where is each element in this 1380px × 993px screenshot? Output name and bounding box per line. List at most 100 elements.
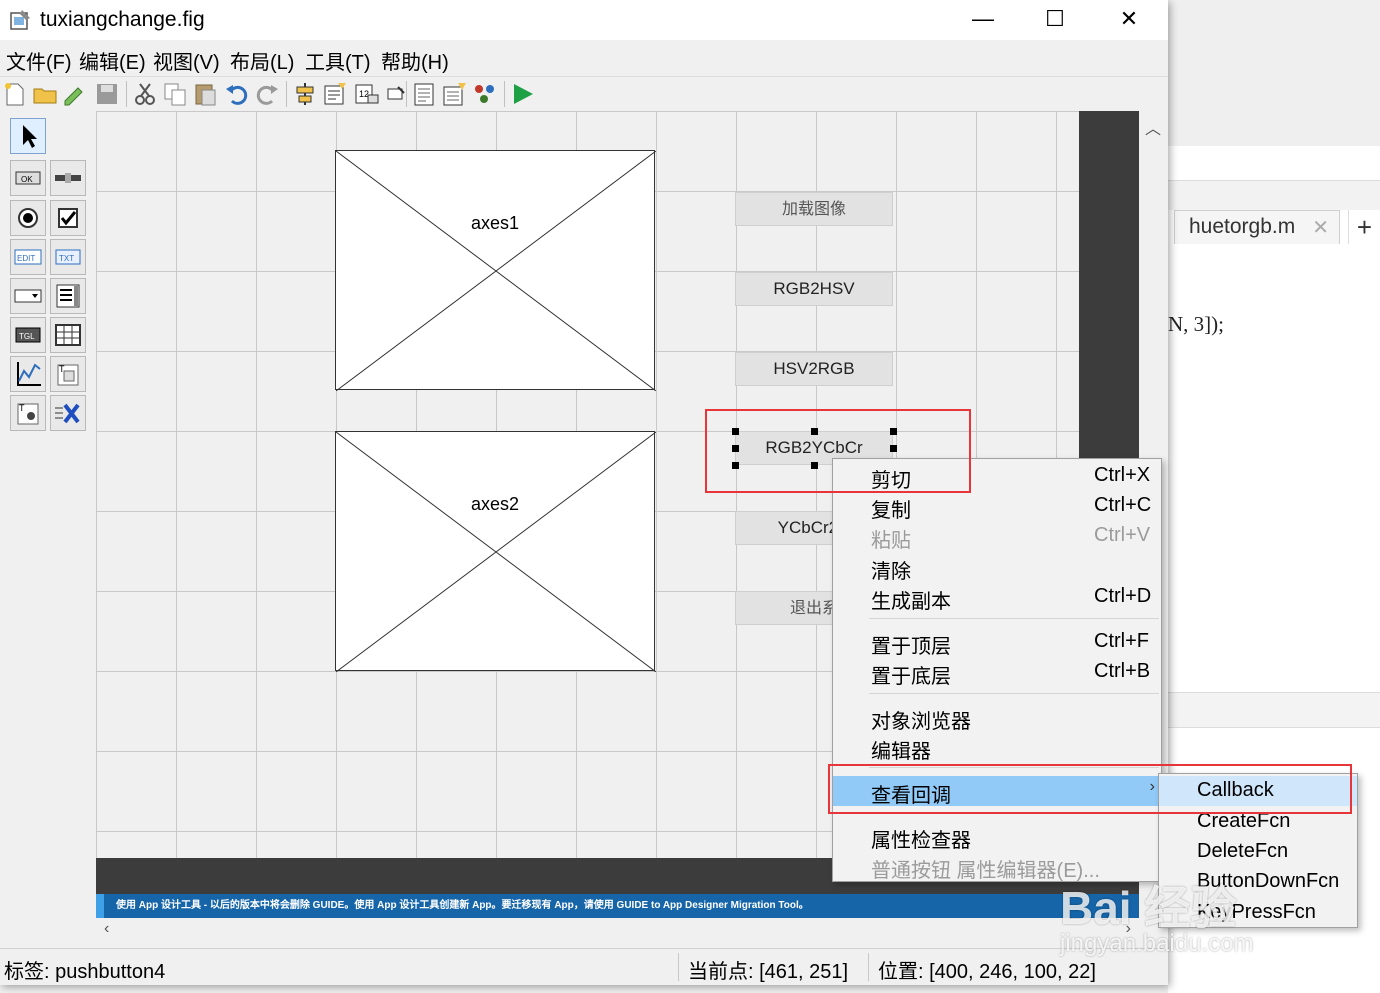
status-current-point: 当前点: [461, 251] — [688, 961, 849, 983]
select-tool[interactable] — [10, 118, 46, 154]
checkbox-tool[interactable] — [50, 200, 86, 236]
component-palette: OK EDIT TXT TGL T T — [8, 114, 88, 434]
menu-file[interactable]: 文件(F) — [6, 46, 72, 75]
menu-view[interactable]: 视图(V) — [153, 46, 220, 75]
scroll-right-icon[interactable]: › — [1126, 920, 1131, 938]
editor-tab-label: huetorgb.m — [1189, 215, 1296, 238]
panel-tool[interactable]: T — [50, 356, 86, 392]
radiobutton-tool[interactable] — [10, 200, 46, 236]
checkbox-icon — [58, 208, 78, 228]
pushbutton-tool[interactable]: OK — [10, 160, 46, 196]
activex-tool[interactable] — [50, 395, 86, 431]
slider-icon — [55, 173, 81, 183]
ctx-separator — [869, 693, 1159, 694]
minimize-button[interactable]: — — [948, 0, 1018, 40]
menu-editor-icon[interactable] — [322, 81, 348, 107]
editor-icon[interactable] — [412, 81, 438, 107]
align-objects-icon[interactable] — [292, 81, 318, 107]
panel-icon: T — [57, 364, 79, 386]
status-bar: 标签: pushbutton4 当前点: [461, 251] 位置: [400… — [0, 948, 1168, 985]
cut-icon[interactable] — [132, 81, 158, 107]
submenu-deletefcn[interactable]: DeleteFcn — [1159, 837, 1357, 867]
svg-text:TGL: TGL — [19, 332, 35, 341]
ctx-bring-to-front[interactable]: 置于顶层 Ctrl+F — [833, 627, 1161, 658]
editor-tab[interactable]: huetorgb.m ✕ — [1174, 210, 1340, 244]
button-group-icon: T — [17, 403, 39, 425]
svg-text:OK: OK — [21, 175, 33, 184]
context-menu: 剪切 Ctrl+X 复制 Ctrl+C 粘贴 Ctrl+V 清除 生成副本 Ct… — [832, 458, 1162, 882]
ctx-send-to-back[interactable]: 置于底层 Ctrl+B — [833, 657, 1161, 688]
open-folder-icon[interactable] — [32, 81, 58, 107]
menu-help[interactable]: 帮助(H) — [381, 46, 449, 75]
maximize-button[interactable]: ☐ — [1020, 0, 1090, 40]
toolbar-separator — [504, 81, 505, 107]
radio-button-icon — [18, 208, 38, 228]
svg-text:T: T — [19, 403, 25, 413]
axes-label: axes1 — [470, 213, 520, 233]
editor-band — [1168, 692, 1380, 728]
ctx-object-browser[interactable]: 对象浏览器 — [833, 702, 1161, 733]
popup-menu-tool[interactable] — [10, 278, 46, 314]
pushbutton-icon: OK — [15, 171, 41, 185]
ctx-clear[interactable]: 清除 — [833, 552, 1161, 583]
menu-layout[interactable]: 布局(L) — [230, 46, 294, 75]
activex-icon — [55, 403, 80, 424]
save-icon[interactable] — [94, 81, 120, 107]
close-icon[interactable]: ✕ — [1312, 215, 1329, 240]
copy-icon[interactable] — [162, 81, 188, 107]
status-tag: 标签: pushbutton4 — [4, 961, 166, 983]
submenu-buttondownfcn[interactable]: ButtonDownFcn — [1159, 867, 1357, 897]
ctx-property-inspector[interactable]: 属性检查器 — [833, 821, 1161, 852]
scroll-up-icon[interactable]: ︿ — [1145, 115, 1161, 139]
hsv2rgb-button[interactable]: HSV2RGB — [735, 352, 893, 386]
slider-tool[interactable] — [50, 160, 86, 196]
property-inspector-icon[interactable] — [442, 81, 468, 107]
table-icon — [55, 324, 81, 346]
close-window-button[interactable]: ✕ — [1094, 0, 1164, 40]
ctx-copy[interactable]: 复制 Ctrl+C — [833, 491, 1161, 522]
guide-deprecation-banner: 使用 App 设计工具 - 以后的版本中将会删除 GUIDE。使用 App 设计… — [96, 894, 1139, 918]
toolbar-separator — [286, 81, 287, 107]
axes-label: axes2 — [470, 494, 520, 514]
axes1-component[interactable]: axes1 — [335, 150, 656, 391]
horizontal-scrollbar[interactable]: ‹ › — [96, 920, 1139, 944]
axes-chart-icon — [17, 362, 41, 386]
edit-text-tool[interactable]: EDIT — [10, 239, 46, 275]
object-browser-icon[interactable] — [472, 81, 498, 107]
save-as-icon[interactable] — [62, 81, 88, 107]
undo-icon[interactable] — [224, 81, 250, 107]
editor-tab-strip — [1168, 180, 1380, 210]
add-tab-icon[interactable]: + — [1348, 210, 1380, 244]
toggle-button-tool[interactable]: TGL — [10, 317, 46, 353]
tab-order-editor-icon[interactable]: 12 — [354, 81, 380, 107]
static-text-tool[interactable]: TXT — [50, 239, 86, 275]
run-figure-icon[interactable] — [510, 81, 536, 107]
ctx-paste: 粘贴 Ctrl+V — [871, 524, 1151, 552]
figure-file-icon — [10, 10, 30, 30]
menu-tools[interactable]: 工具(T) — [305, 46, 371, 75]
paste-icon[interactable] — [192, 81, 218, 107]
ctx-duplicate[interactable]: 生成副本 Ctrl+D — [833, 582, 1161, 613]
toolbar-separator — [406, 81, 407, 107]
pointer-arrow-icon — [23, 125, 37, 148]
listbox-tool[interactable] — [50, 278, 86, 314]
menu-edit[interactable]: 编辑(E) — [79, 46, 146, 75]
edit-text-icon: EDIT — [14, 249, 42, 265]
status-divider — [678, 953, 679, 981]
menu-bar: 文件(F) 编辑(E) 视图(V) 布局(L) 工具(T) 帮助(H) — [0, 44, 1168, 74]
button-group-tool[interactable]: T — [10, 395, 46, 431]
scroll-left-icon[interactable]: ‹ — [104, 920, 109, 938]
redo-icon[interactable] — [254, 81, 280, 107]
ctx-editor[interactable]: 编辑器 — [833, 732, 1161, 763]
axes-placeholder-cross — [336, 432, 656, 672]
axes2-component[interactable]: axes2 — [335, 431, 656, 672]
table-tool[interactable] — [50, 317, 86, 353]
new-file-icon[interactable] — [2, 81, 28, 107]
submenu-keypressfcn[interactable]: KeyPressFcn — [1159, 898, 1357, 928]
axes-tool[interactable] — [10, 356, 46, 392]
load-image-button[interactable]: 加载图像 — [735, 192, 893, 226]
popup-menu-icon — [14, 289, 42, 303]
annotation-highlight-box — [828, 764, 1352, 814]
rgb2hsv-button[interactable]: RGB2HSV — [735, 272, 893, 306]
editor-code-line: N, 3]); — [1168, 312, 1224, 336]
